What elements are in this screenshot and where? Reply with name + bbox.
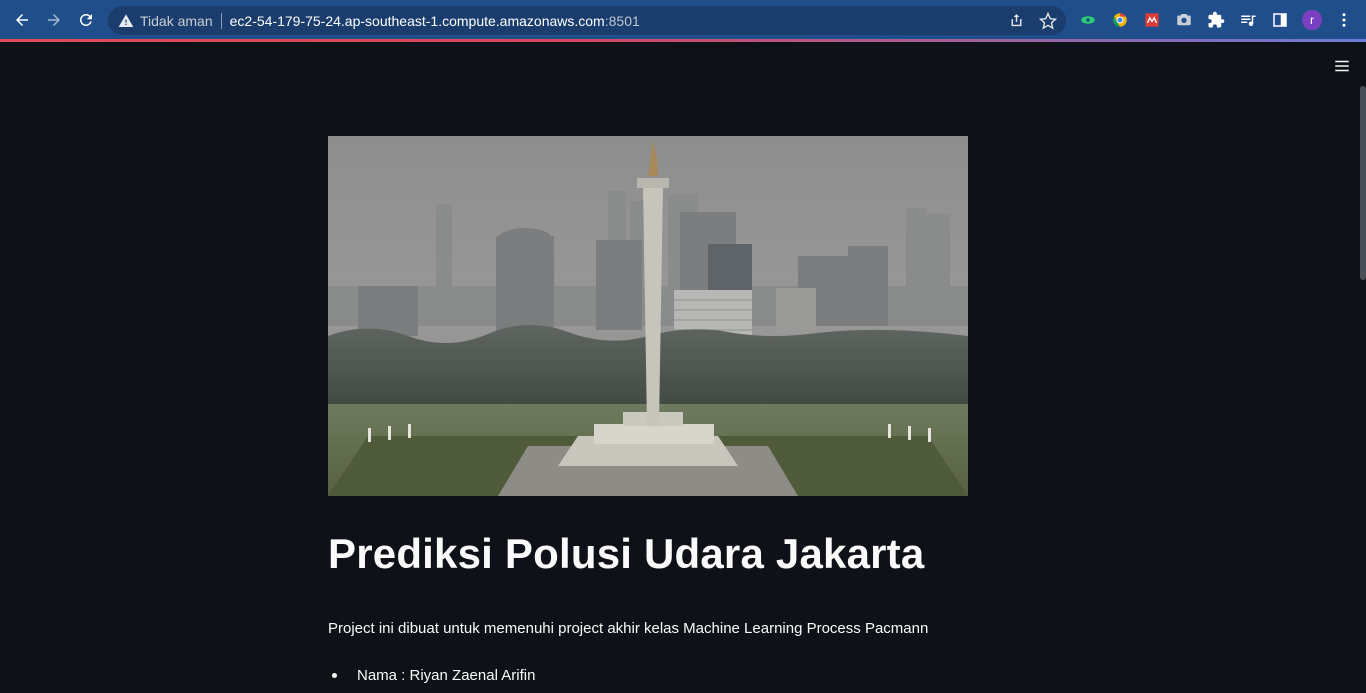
page-title: Prediksi Polusi Udara Jakarta bbox=[328, 530, 925, 577]
profile-button[interactable]: r bbox=[1298, 6, 1326, 34]
url-host[interactable]: ec2-54-179-75-24.ap-southeast-1.compute.… bbox=[230, 13, 605, 29]
kebab-menu-icon bbox=[1342, 13, 1346, 27]
project-description: Project ini dibuat untuk memenuhi projec… bbox=[328, 620, 929, 637]
reload-button[interactable] bbox=[70, 4, 102, 36]
arrow-left-icon bbox=[16, 14, 28, 26]
toolbar-accent-line bbox=[0, 39, 1366, 42]
address-separator bbox=[220, 12, 222, 29]
back-button[interactable] bbox=[6, 4, 38, 36]
media-control-icon[interactable] bbox=[1234, 6, 1262, 34]
address-bar[interactable]: Tidak aman ec2-54-179-75-24.ap-southeast… bbox=[108, 6, 1066, 35]
side-panel-icon[interactable] bbox=[1266, 6, 1294, 34]
warning-icon[interactable] bbox=[118, 13, 134, 29]
scrollbar-thumb[interactable] bbox=[1360, 86, 1366, 280]
arrow-right-icon bbox=[48, 14, 60, 26]
hamburger-menu-icon bbox=[1335, 60, 1349, 72]
hero-image bbox=[328, 136, 968, 496]
puzzle-icon[interactable] bbox=[1202, 6, 1230, 34]
extensions-area: r bbox=[1074, 4, 1358, 36]
reload-icon bbox=[79, 13, 92, 26]
mendeley-extension-icon[interactable] bbox=[1138, 6, 1166, 34]
chrome-extension-icon[interactable] bbox=[1106, 6, 1134, 34]
app-main-menu-button[interactable] bbox=[1330, 54, 1354, 78]
url-port[interactable]: :8501 bbox=[605, 13, 640, 29]
camera-extension-icon[interactable] bbox=[1170, 6, 1198, 34]
share-icon[interactable] bbox=[1004, 9, 1028, 33]
forward-button[interactable] bbox=[38, 4, 70, 36]
info-list: Nama : Riyan Zaenal Arifin bbox=[328, 664, 535, 686]
security-label[interactable]: Tidak aman bbox=[140, 13, 213, 29]
monas-cityscape-image bbox=[328, 136, 968, 496]
author-name: Nama : Riyan Zaenal Arifin bbox=[357, 666, 536, 684]
avatar: r bbox=[1302, 10, 1322, 30]
list-item: Nama : Riyan Zaenal Arifin bbox=[328, 664, 535, 686]
address-bar-actions bbox=[1004, 6, 1060, 35]
browser-menu-button[interactable] bbox=[1330, 6, 1358, 34]
bullet-icon bbox=[332, 672, 337, 678]
eye-extension-icon[interactable] bbox=[1074, 6, 1102, 34]
bookmark-star-icon[interactable] bbox=[1036, 9, 1060, 33]
